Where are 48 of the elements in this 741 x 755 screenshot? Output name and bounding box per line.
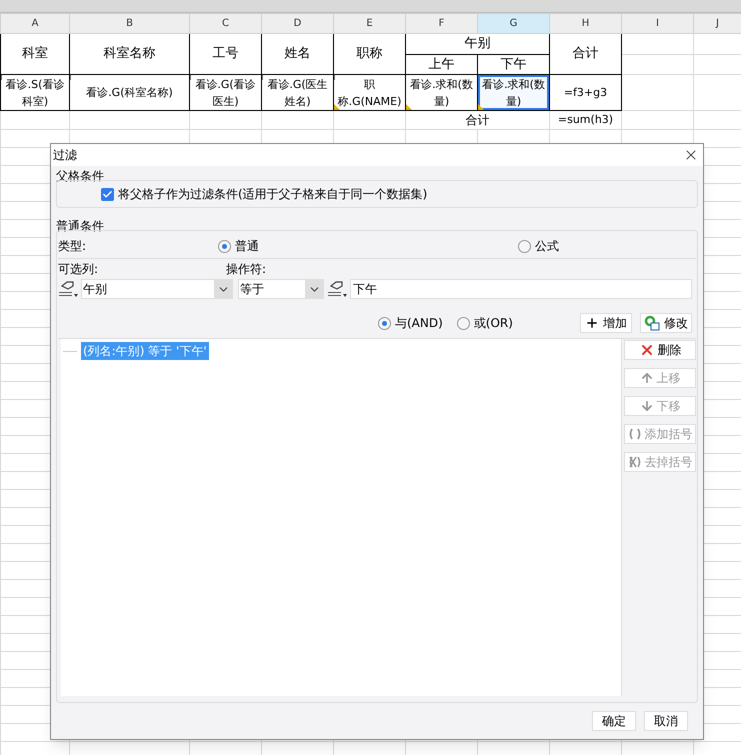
checkbox-option[interactable]: 将父格子作为过滤条件(适用于父子格来自于同一个数据集) (101, 185, 428, 203)
column-select[interactable]: 午别 (81, 279, 233, 299)
table-cell: 看诊.S(看诊科室) (0, 74, 70, 110)
table-cell: 看诊.G(医生姓名) (262, 74, 334, 110)
column-header[interactable]: A (0, 14, 70, 34)
modify-button[interactable]: 修改 (640, 313, 692, 333)
radio-button[interactable] (456, 316, 470, 330)
table-cell: 看诊.G(科室名称) (70, 74, 190, 110)
column-header[interactable]: F (406, 14, 478, 34)
brackets-icon (628, 427, 642, 441)
column-header[interactable]: E (334, 14, 406, 34)
operator-select[interactable]: 等于 (238, 279, 324, 299)
column-header[interactable]: J (694, 14, 741, 34)
add-button[interactable]: 增加 (580, 313, 632, 333)
radio-option[interactable]: 普通 (218, 237, 518, 255)
side-button[interactable]: 删除 (624, 340, 696, 360)
radio-button[interactable] (518, 240, 531, 252)
checkbox[interactable] (101, 188, 114, 200)
column-header[interactable]: G (478, 14, 550, 34)
table-cell: 看诊.求和(数量) (406, 74, 478, 110)
table-cell: 午别 (406, 34, 550, 54)
table-cell: 看诊.G(看诊医生) (190, 74, 262, 110)
plus-icon (585, 316, 599, 330)
column-header[interactable]: I (622, 14, 694, 34)
value-field[interactable]: 下午 (350, 279, 692, 299)
radio-option[interactable]: 与(AND) (378, 314, 443, 332)
table-cell: =sum(h3) (550, 110, 622, 130)
column-header[interactable]: H (550, 14, 622, 34)
field-label: 可选列: (58, 260, 100, 278)
table-cell: 看诊.求和(数量) (478, 74, 550, 110)
table-cell: 职称.G(NAME) (334, 74, 406, 110)
data-field-icon (327, 280, 347, 298)
radio-option[interactable]: 或(OR) (456, 314, 513, 332)
column-header[interactable]: C (190, 14, 262, 34)
field-label: 类型: (58, 238, 88, 255)
radio-button[interactable] (218, 240, 231, 252)
radio-option[interactable]: 公式 (518, 237, 559, 255)
table-cell: =f3+g3 (550, 74, 622, 110)
radio-button[interactable] (378, 316, 391, 330)
dialog-button[interactable]: 取消 (644, 711, 688, 731)
column-header[interactable]: D (262, 14, 334, 34)
dialog-button[interactable]: 确定 (592, 711, 636, 731)
brackets-remove-icon (628, 455, 642, 469)
window-title: 过滤 (53, 147, 77, 164)
column-header[interactable]: B (70, 14, 190, 34)
data-field-icon (58, 280, 78, 298)
field-label: 操作符: (226, 260, 266, 278)
table-cell: 合计 (406, 110, 550, 130)
